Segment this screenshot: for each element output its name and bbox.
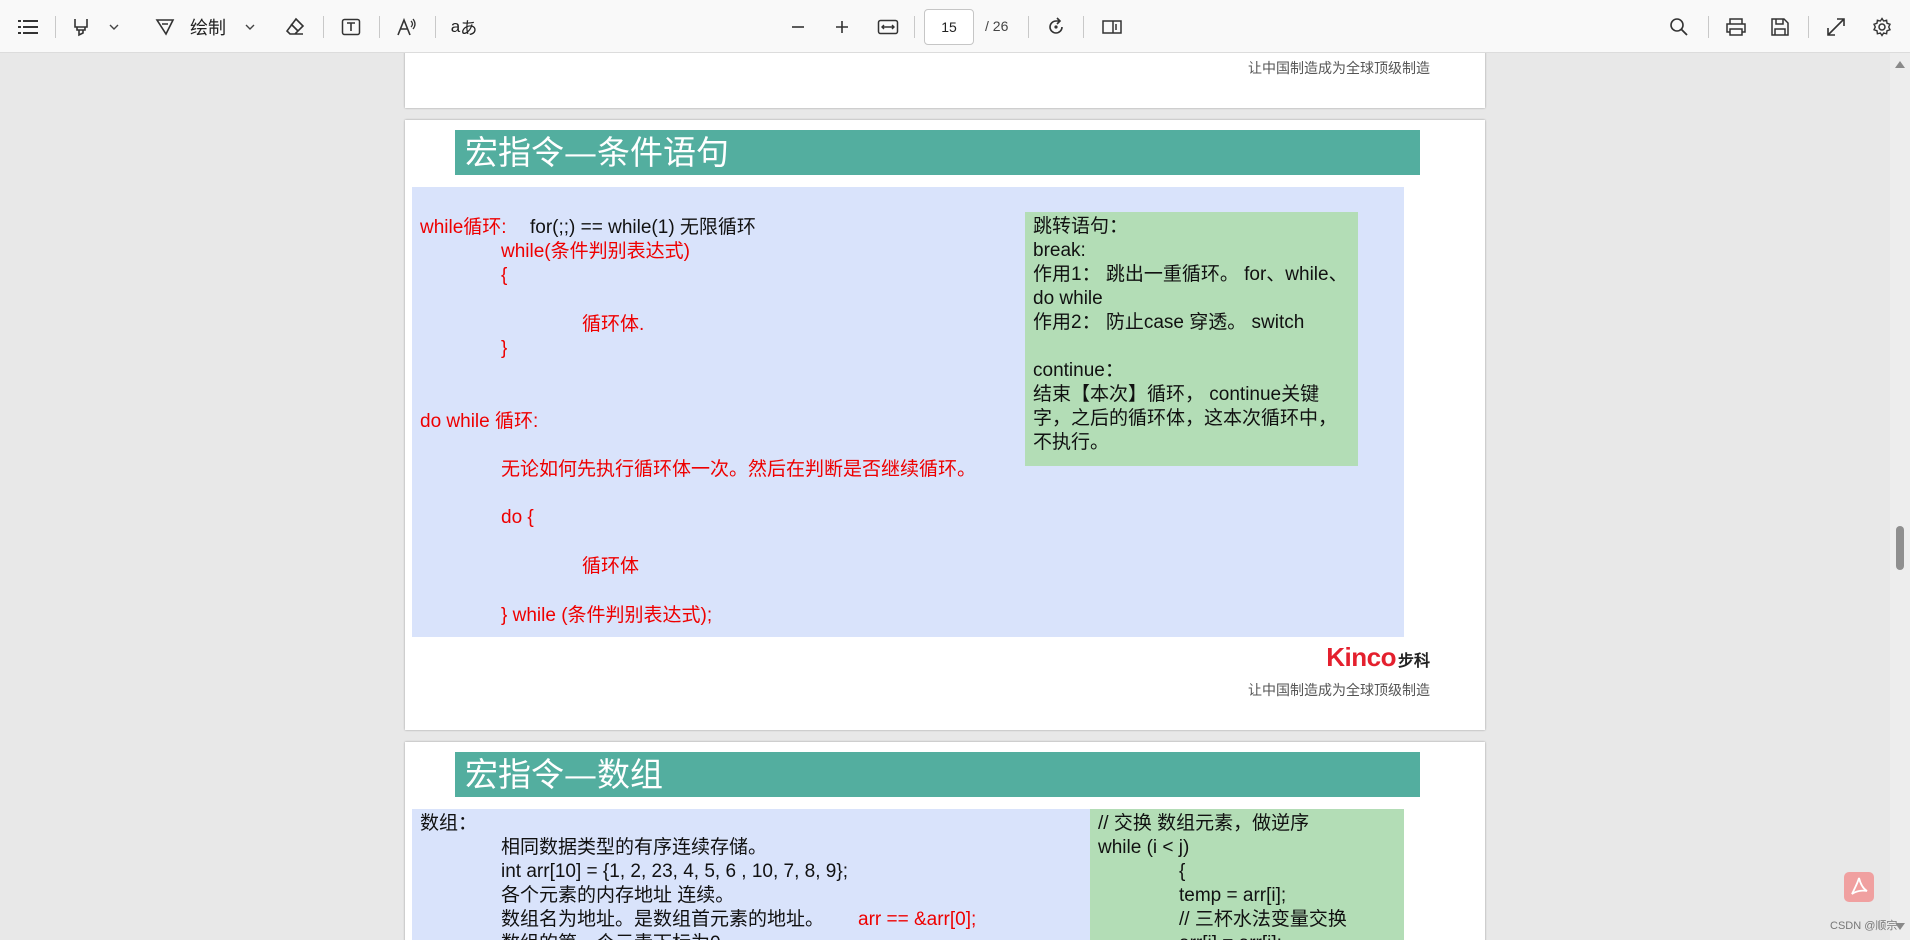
do-while-desc: 无论如何先执行循环体一次。然后在判断是否继续循环。: [501, 459, 977, 480]
zoom-out-icon[interactable]: [784, 0, 812, 53]
break-use2: 作用2： 防止case 穿透。 switch: [1033, 312, 1305, 333]
pdf-page-previous: 让中国制造成为全球顶级制造: [405, 53, 1485, 108]
draw-button[interactable]: 绘制: [188, 0, 228, 53]
text-box-icon[interactable]: [338, 0, 364, 53]
draw-dropdown-chevron-icon[interactable]: [240, 0, 260, 53]
draw-icon[interactable]: [152, 0, 178, 53]
array-line2: int arr[10] = {1, 2, 23, 4, 5, 6 , 10, 7…: [501, 861, 848, 882]
toolbar-divider: [1808, 16, 1809, 38]
toolbar-divider: [55, 16, 56, 38]
code-line3: {: [1179, 861, 1186, 882]
toolbar-divider: [435, 16, 436, 38]
array-line5: 数组的第一个元素下标为0: [501, 932, 721, 940]
highlight-dropdown-chevron-icon[interactable]: [104, 0, 124, 53]
toolbar-divider: [323, 16, 324, 38]
slide-title-bar: 宏指令—条件语句: [455, 130, 1420, 175]
search-icon[interactable]: [1665, 0, 1693, 53]
kinco-logo-text: Kinco: [1326, 642, 1396, 672]
kinco-logo-cn: 步科: [1397, 653, 1430, 670]
rotate-icon[interactable]: [1042, 0, 1070, 53]
brace-open: {: [501, 265, 508, 286]
while-desc: for(;;) == while(1) 无限循环: [530, 217, 756, 238]
toolbar-divider: [379, 16, 380, 38]
array-line4: 数组名为地址。是数组首元素的地址。: [501, 909, 825, 930]
csdn-watermark: CSDN @顺宗: [1830, 920, 1898, 932]
scrollbar-thumb[interactable]: [1896, 526, 1904, 570]
highlight-icon[interactable]: [68, 0, 94, 53]
contents-icon[interactable]: [14, 0, 42, 53]
pdf-page-current: 宏指令—条件语句 while循环: for(;;) == while(1) 无限…: [405, 120, 1485, 730]
do-close: } while (条件判别表达式);: [501, 605, 713, 626]
code-line2: while (i < j): [1098, 837, 1190, 858]
toolbar-divider: [1083, 16, 1084, 38]
while-label: while循环:: [420, 217, 507, 238]
zoom-in-icon[interactable]: [828, 0, 856, 53]
toolbar-divider: [914, 16, 915, 38]
acrobat-icon[interactable]: [1844, 872, 1874, 902]
eraser-icon[interactable]: [282, 0, 308, 53]
do-body: 循环体: [582, 556, 640, 577]
continue-desc3: 不执行。: [1033, 432, 1110, 453]
code-line5: // 三杯水法变量交换: [1179, 909, 1347, 930]
page-number-input[interactable]: 15: [924, 9, 974, 45]
jump-note-box: 跳转语句： break: 作用1： 跳出一重循环。 for、while、 do …: [1025, 212, 1358, 466]
code-note-box: // 交换 数组元素，做逆序 while (i < j) { temp = ar…: [1090, 809, 1404, 940]
draw-label: 绘制: [190, 17, 226, 38]
code-line6: arr[i] = arr[j];: [1179, 932, 1282, 940]
continue-desc2: 字，之后的循环体，这本次循环中，: [1033, 408, 1338, 429]
while-head: while(条件判别表达式): [501, 241, 690, 262]
page-view-icon[interactable]: [1098, 0, 1126, 53]
do-while-label: do while 循环:: [420, 411, 539, 432]
continue-desc1: 结束【本次】循环， continue关键: [1033, 384, 1320, 405]
fullscreen-icon[interactable]: [1822, 0, 1850, 53]
toolbar-divider: [1708, 16, 1709, 38]
slide-title: 宏指令—条件语句: [465, 133, 729, 172]
break-label: break:: [1033, 240, 1086, 261]
print-icon[interactable]: [1722, 0, 1750, 53]
break-use1: 作用1： 跳出一重循环。 for、while、: [1033, 264, 1348, 285]
settings-icon[interactable]: [1868, 0, 1896, 53]
array-line1: 相同数据类型的有序连续存储。: [501, 837, 768, 858]
break-use1b: do while: [1033, 288, 1103, 309]
read-aloud-icon[interactable]: [394, 0, 420, 53]
jump-title: 跳转语句：: [1033, 216, 1129, 237]
loop-body: 循环体.: [582, 314, 645, 335]
do-open: do {: [501, 507, 534, 528]
array-line4-red: arr == &arr[0];: [858, 909, 977, 930]
array-label: 数组：: [420, 813, 478, 834]
continue-label: continue：: [1033, 360, 1124, 381]
page-total: / 26: [985, 18, 1009, 34]
slide-title-bar: 宏指令—数组: [455, 752, 1420, 797]
slide-title: 宏指令—数组: [465, 755, 663, 794]
fit-width-icon[interactable]: [874, 0, 902, 53]
brace-close: }: [501, 338, 508, 359]
save-icon[interactable]: [1766, 0, 1794, 53]
page-slogan: 让中国制造成为全球顶级制造: [1248, 682, 1430, 698]
toolbar-divider: [1028, 16, 1029, 38]
array-line3: 各个元素的内存地址 连续。: [501, 885, 735, 906]
pdf-page-next: 宏指令—数组 数组： 相同数据类型的有序连续存储。 int arr[10] = …: [405, 742, 1485, 940]
page-slogan: 让中国制造成为全球顶级制造: [1248, 60, 1430, 76]
translate-icon[interactable]: aあ: [450, 0, 478, 53]
code-line4: temp = arr[i];: [1179, 885, 1287, 906]
kinco-logo: Kinco 步科: [1326, 642, 1430, 673]
code-line1: // 交换 数组元素，做逆序: [1098, 813, 1310, 834]
vertical-scrollbar[interactable]: [1890, 53, 1910, 940]
document-viewer[interactable]: 让中国制造成为全球顶级制造 宏指令—条件语句 while循环: for(;;) …: [0, 53, 1890, 940]
scroll-up-arrow-icon[interactable]: [1895, 61, 1905, 68]
toolbar: 绘制 aあ 15 / 26: [0, 0, 1910, 53]
